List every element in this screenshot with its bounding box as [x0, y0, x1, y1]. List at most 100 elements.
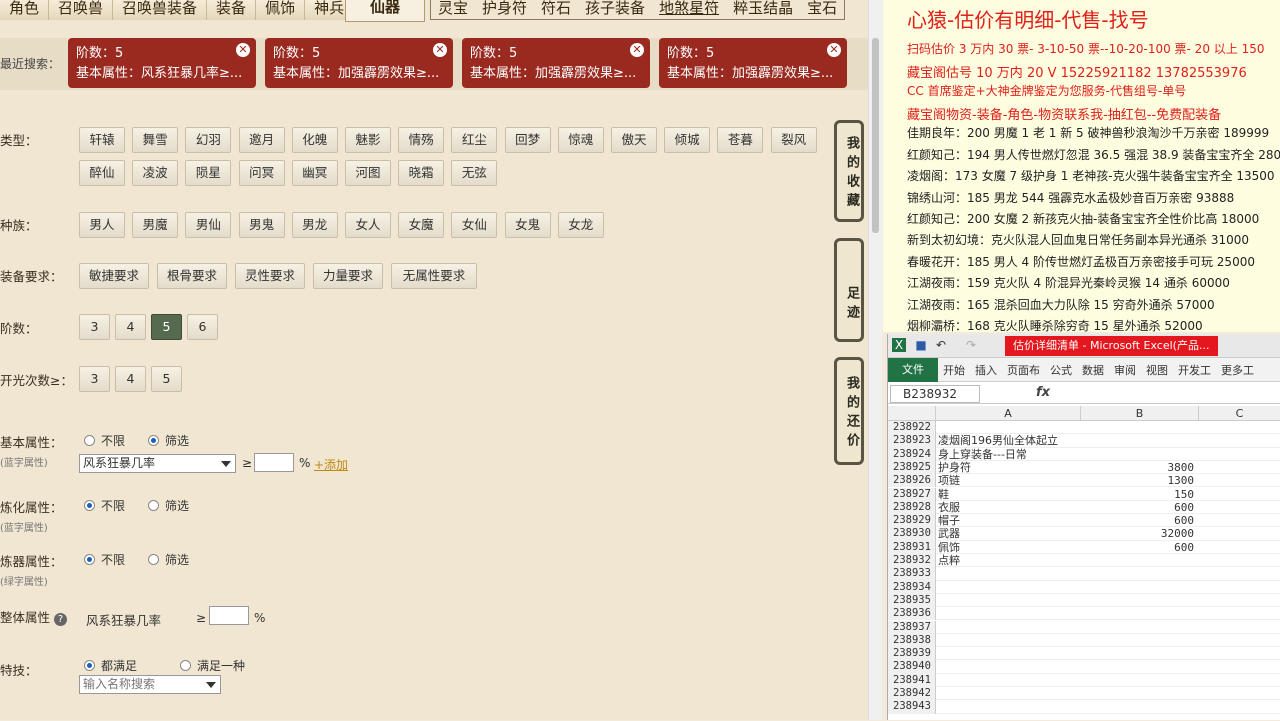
close-icon[interactable]: ✕ [236, 43, 250, 57]
sheet-row[interactable]: 238934 [888, 580, 1280, 594]
row-number[interactable]: 238935 [888, 593, 936, 608]
add-attr-link[interactable]: +添加 [314, 456, 348, 473]
sheet-row[interactable]: 238929 帽子 600 [888, 514, 1280, 528]
col-header-a[interactable]: A [936, 406, 1081, 421]
undo-icon[interactable]: ↶ [934, 338, 948, 352]
refine-unlimited-radio[interactable]: 不限 [84, 497, 125, 514]
type-option[interactable]: 化魄 [291, 127, 338, 153]
ribbon-tab[interactable]: 页面布 [1002, 362, 1045, 378]
row-number[interactable]: 238941 [888, 673, 936, 687]
recent-search-chip[interactable]: 阶数：5 基本属性：加强霹雳效果≥... ✕ [265, 38, 453, 88]
race-option[interactable]: 男魔 [132, 212, 179, 238]
redo-icon[interactable]: ↷ [964, 338, 978, 352]
cell-b[interactable]: 600 [1082, 541, 1198, 554]
close-icon[interactable]: ✕ [630, 43, 644, 57]
sheet-row[interactable]: 238936 [888, 607, 1280, 621]
tier-option[interactable]: 5 [151, 314, 182, 340]
row-number[interactable]: 238942 [888, 687, 936, 701]
row-number[interactable]: 238928 [888, 500, 936, 515]
row-number[interactable]: 238943 [888, 700, 936, 714]
type-option[interactable]: 苍暮 [717, 127, 764, 153]
cell-a[interactable]: 护身符 [938, 461, 971, 474]
type-option[interactable]: 晓霜 [398, 160, 445, 186]
ribbon-tab[interactable]: 公式 [1045, 362, 1077, 378]
row-number[interactable]: 238931 [888, 540, 936, 554]
tab-jade-crystal[interactable]: 粹玉结晶 [726, 0, 800, 19]
basic-attr-value-input[interactable] [254, 453, 294, 472]
row-number[interactable]: 238933 [888, 567, 936, 581]
sheet-row[interactable]: 238925 护身符 3800 [888, 460, 1280, 475]
sheet-row[interactable]: 238941 [888, 673, 1280, 687]
ribbon-tab[interactable]: 更多工 [1216, 362, 1259, 378]
row-number[interactable]: 238930 [888, 527, 936, 541]
race-option[interactable]: 男人 [79, 212, 125, 238]
recent-search-chip[interactable]: 阶数：5 基本属性：风系狂暴几率≥... ✕ [68, 38, 256, 88]
sheet-row[interactable]: 238938 [888, 633, 1280, 648]
equip-req-option[interactable]: 无属性要求 [391, 263, 477, 289]
skill-all-radio[interactable]: 都满足 [84, 657, 137, 674]
row-number[interactable]: 238922 [888, 421, 936, 435]
equip-req-option[interactable]: 敏捷要求 [79, 263, 149, 289]
race-option[interactable]: 男鬼 [238, 212, 285, 238]
row-number[interactable]: 238939 [888, 647, 936, 661]
my-favorites-button[interactable]: 我的收藏 [834, 120, 864, 222]
cell-b[interactable]: 600 [1082, 501, 1198, 514]
sheet-row[interactable]: 238942 [888, 687, 1280, 701]
equip-req-option[interactable]: 力量要求 [313, 263, 383, 289]
type-option[interactable]: 红尘 [451, 127, 498, 153]
type-option[interactable]: 河图 [345, 160, 391, 186]
tab-star-talisman[interactable]: 地煞星符 [652, 0, 726, 19]
race-option[interactable]: 女魔 [398, 212, 445, 238]
race-option[interactable]: 男仙 [185, 212, 232, 238]
race-option[interactable]: 女仙 [451, 212, 498, 238]
type-option[interactable]: 醉仙 [79, 160, 125, 186]
tier-option[interactable]: 6 [187, 314, 218, 340]
tab-equip[interactable]: 装备 [207, 0, 257, 20]
type-option[interactable]: 情殇 [398, 127, 445, 153]
cell-b[interactable]: 600 [1082, 514, 1198, 527]
cell-a[interactable]: 点粹 [938, 554, 960, 567]
footprint-button[interactable]: 足迹 [834, 238, 864, 342]
type-option[interactable]: 轩辕 [79, 127, 125, 153]
cell-b[interactable]: 32000 [1082, 527, 1198, 540]
cell-b[interactable]: 3800 [1082, 461, 1198, 474]
row-number[interactable]: 238932 [888, 554, 936, 568]
sheet-row[interactable]: 238932 点粹 [888, 554, 1280, 568]
open-count-option[interactable]: 3 [79, 366, 110, 392]
equip-req-option[interactable]: 根骨要求 [157, 263, 227, 289]
ribbon-tab[interactable]: 数据 [1077, 362, 1109, 378]
sheet-row[interactable]: 238943 [888, 700, 1280, 714]
type-option[interactable]: 魅影 [345, 127, 391, 153]
sheet-row[interactable]: 238931 佩饰 600 [888, 540, 1280, 554]
skill-any-radio[interactable]: 满足一种 [180, 657, 245, 674]
sheet-row[interactable]: 238926 项链 1300 [888, 474, 1280, 488]
sheet-row[interactable]: 238933 [888, 567, 1280, 581]
refine-filter-radio[interactable]: 筛选 [148, 497, 189, 514]
forge-unlimited-radio[interactable]: 不限 [84, 551, 125, 568]
tab-role[interactable]: 角色 [0, 0, 50, 20]
equip-req-option[interactable]: 灵性要求 [235, 263, 305, 289]
tab-rune-stone[interactable]: 符石 [534, 0, 578, 19]
my-bargain-button[interactable]: 我的还价 [834, 357, 864, 465]
type-option[interactable]: 回梦 [504, 127, 551, 153]
ribbon-tab[interactable]: 开始 [938, 362, 970, 378]
ribbon-tab[interactable]: 审阅 [1109, 362, 1141, 378]
race-option[interactable]: 女龙 [557, 212, 604, 238]
close-icon[interactable]: ✕ [433, 43, 447, 57]
cell-a[interactable]: 项链 [938, 474, 960, 487]
type-option[interactable]: 惊魂 [557, 127, 604, 153]
recent-search-chip[interactable]: 阶数：5 基本属性：加强霹雳效果≥... ✕ [659, 38, 847, 88]
forge-filter-radio[interactable]: 筛选 [148, 551, 189, 568]
type-option[interactable]: 无弦 [451, 160, 498, 186]
cell-a[interactable]: 佩饰 [938, 541, 960, 554]
tab-child-equip[interactable]: 孩子装备 [578, 0, 652, 19]
scrollbar-thumb[interactable] [872, 38, 879, 233]
type-option[interactable]: 裂风 [770, 127, 817, 153]
cell-a[interactable]: 武器 [938, 527, 960, 540]
row-number[interactable]: 238936 [888, 607, 936, 621]
type-option[interactable]: 陨星 [185, 160, 232, 186]
type-option[interactable]: 幻羽 [185, 127, 232, 153]
tier-option[interactable]: 3 [79, 314, 110, 340]
tab-summon-equip[interactable]: 召唤兽装备 [113, 0, 208, 20]
race-option[interactable]: 女鬼 [504, 212, 551, 238]
